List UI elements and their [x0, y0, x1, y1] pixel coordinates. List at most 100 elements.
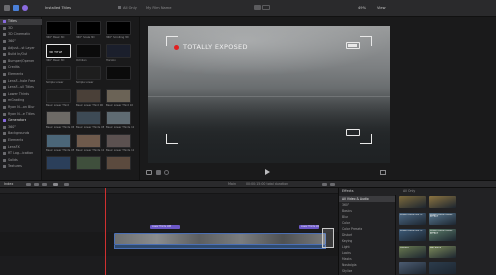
- effect-thumbnail-label: Camera: [400, 246, 409, 249]
- view-menu[interactable]: View: [377, 6, 393, 11]
- select-tool-icon[interactable]: [53, 183, 58, 186]
- folder-icon: [3, 106, 6, 110]
- sidebar-item[interactable]: 3D Cinematic: [0, 32, 42, 38]
- title-thumbnail[interactable]: [76, 66, 101, 80]
- speed-icon[interactable]: [164, 170, 169, 175]
- disclosure-icon[interactable]: [262, 5, 270, 10]
- effects-divider: [395, 195, 396, 275]
- append-icon[interactable]: [26, 183, 31, 186]
- effect-thumbnail[interactable]: LUMAFUSION FRAME EFFECT: [429, 212, 456, 225]
- effect-thumbnail[interactable]: LUMAFUSION 360 Fx: [399, 229, 426, 241]
- project-name[interactable]: My Film Name: [146, 6, 186, 11]
- effect-thumbnail[interactable]: Camera: [399, 245, 426, 258]
- sidebar-item[interactable]: Adjust...st Layer: [0, 45, 42, 51]
- sidebar-item[interactable]: Titles: [0, 19, 42, 25]
- sidebar-item[interactable]: Elements: [0, 138, 42, 144]
- sidebar-item[interactable]: Bumper/Opener: [0, 59, 42, 65]
- title-clip-2[interactable]: Lower Thirds 10B: [299, 225, 319, 229]
- title-thumbnail[interactable]: [76, 88, 101, 103]
- titles-icon[interactable]: [22, 5, 28, 11]
- title-thumbnail[interactable]: [76, 133, 101, 148]
- title-clip[interactable]: Lower Thirds 10B: [150, 225, 180, 229]
- sidebar-item[interactable]: LensF...ull Titles: [0, 85, 42, 91]
- library-icon[interactable]: [4, 5, 10, 11]
- audio-skim-icon[interactable]: [330, 183, 335, 186]
- effect-thumbnail[interactable]: [429, 262, 456, 274]
- title-thumbnail-label: 360° Scrolling 3D: [106, 36, 129, 39]
- title-thumbnail[interactable]: [76, 21, 101, 35]
- sidebar-item[interactable]: Elements: [0, 72, 42, 78]
- sidebar-item[interactable]: Generators: [0, 118, 42, 124]
- sidebar-item[interactable]: Solids: [0, 158, 42, 164]
- playhead[interactable]: [105, 188, 106, 275]
- effect-thumbnail-label: LUMAFUSION FRAME EFFECT: [430, 230, 453, 235]
- title-thumbnail[interactable]: [46, 21, 71, 35]
- timeline-ruler: [0, 188, 338, 194]
- sidebar-item[interactable]: Textures: [0, 164, 42, 170]
- title-thumbnail[interactable]: [76, 43, 101, 58]
- sidebar-item[interactable]: LensFX: [0, 144, 42, 150]
- sidebar-item[interactable]: Backgrounds: [0, 131, 42, 137]
- fullscreen-icon[interactable]: [380, 170, 386, 175]
- sidebar-item[interactable]: mGrading: [0, 98, 42, 104]
- title-thumbnail[interactable]: [46, 133, 71, 148]
- title-thumbnail[interactable]: [76, 111, 101, 125]
- effect-thumbnail-label: LUMAFUSION FRAME EFFECT: [430, 213, 453, 219]
- effect-thumbnail[interactable]: LUMAFUSION 360 Fx: [399, 212, 426, 225]
- sidebar-item[interactable]: Ryan N...on Blur: [0, 105, 42, 111]
- folder-icon: [3, 145, 6, 149]
- sidebar-item[interactable]: LensF...hole Free: [0, 78, 42, 84]
- sidebar-item[interactable]: 360°: [0, 125, 42, 131]
- effect-thumbnail[interactable]: Ken Burns: [429, 245, 456, 258]
- title-thumbnail[interactable]: [106, 66, 131, 80]
- sidebar-item[interactable]: 360°: [0, 39, 42, 45]
- title-thumbnail[interactable]: [106, 156, 131, 170]
- folder-icon: [3, 92, 6, 96]
- title-thumbnail[interactable]: [46, 111, 71, 125]
- title-thumbnail[interactable]: [46, 156, 71, 170]
- overwrite-icon[interactable]: [42, 183, 47, 186]
- title-thumbnail[interactable]: [106, 43, 131, 58]
- effects-category[interactable]: Stylize: [339, 268, 395, 274]
- snap-icon[interactable]: [322, 183, 327, 186]
- insert-icon[interactable]: [34, 183, 39, 186]
- effects-category-label: Looks: [342, 250, 351, 255]
- library-filter[interactable]: All Only: [123, 6, 143, 11]
- camera-icon[interactable]: [254, 5, 261, 10]
- audio-waveform[interactable]: [114, 245, 326, 249]
- title-thumbnail[interactable]: [106, 88, 131, 103]
- sidebar-item-label: Build In/Out: [8, 52, 28, 57]
- effect-thumbnail[interactable]: LUMAFUSION FRAME EFFECT: [429, 229, 456, 241]
- sidebar-item[interactable]: Credits: [0, 65, 42, 71]
- title-thumbnail[interactable]: [46, 66, 71, 80]
- photos-icon[interactable]: [13, 5, 19, 11]
- sidebar-item[interactable]: RT Log...ication: [0, 151, 42, 157]
- video-clip[interactable]: [114, 233, 326, 245]
- horizon-line: [148, 96, 390, 97]
- crop-icon[interactable]: [156, 170, 161, 175]
- effect-thumbnail[interactable]: [399, 262, 426, 274]
- sidebar-item[interactable]: Lower Thirds: [0, 92, 42, 98]
- title-thumbnail[interactable]: [106, 111, 131, 125]
- sidebar-item[interactable]: Build In/Out: [0, 52, 42, 58]
- transform-icon[interactable]: [146, 170, 152, 175]
- frame-corner-br: [360, 134, 372, 144]
- sidebar: Titles 3D 3D Cinematic 360° Adjust...st Laye…: [0, 17, 42, 180]
- zoom-level[interactable]: 49%: [358, 6, 372, 11]
- index-tab[interactable]: Index: [4, 182, 18, 187]
- trim-tool-icon[interactable]: [64, 183, 69, 186]
- play-icon[interactable]: [265, 169, 270, 175]
- title-thumbnail[interactable]: [106, 21, 131, 35]
- sidebar-item[interactable]: Ryan N...e Titles: [0, 111, 42, 117]
- sidebar-item-label: RT Log...ication: [8, 151, 34, 156]
- title-thumbnail-label: Basic Lower Thirds 10: [106, 126, 134, 129]
- title-thumbnail[interactable]: [76, 156, 101, 170]
- title-thumbnail[interactable]: [46, 88, 71, 103]
- effect-thumbnail[interactable]: [399, 196, 426, 208]
- title-thumbnail[interactable]: [106, 133, 131, 148]
- title-thumbnail[interactable]: 3D TITLE: [46, 43, 71, 58]
- effects-category-label: Stylize: [342, 268, 353, 273]
- effect-thumbnail[interactable]: [429, 196, 456, 208]
- effects-filter[interactable]: All Only: [403, 189, 433, 194]
- sidebar-item[interactable]: 3D: [0, 26, 42, 32]
